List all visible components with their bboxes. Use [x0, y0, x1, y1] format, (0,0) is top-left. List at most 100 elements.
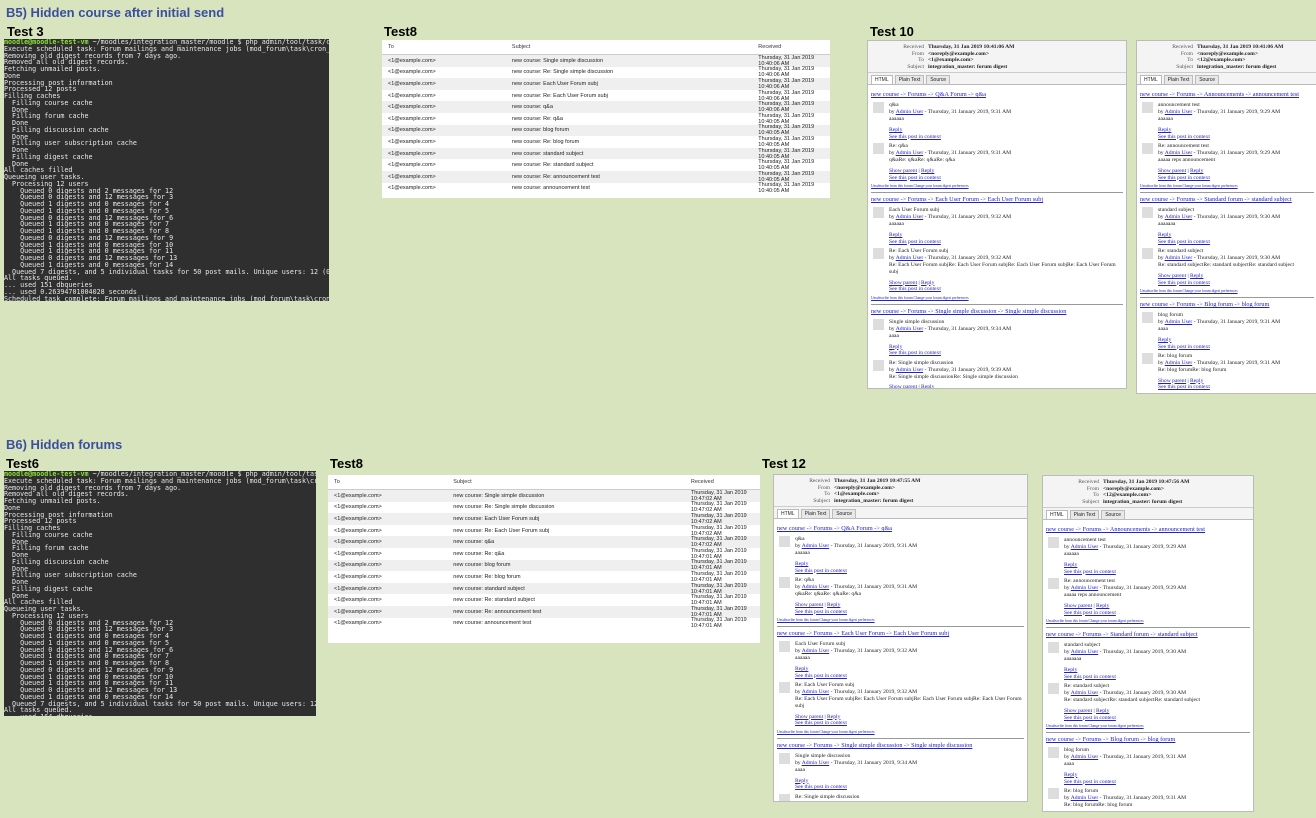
- tab-source[interactable]: Source: [1101, 510, 1126, 520]
- see-in-context-link[interactable]: See this post in context: [795, 720, 1024, 727]
- see-in-context-link[interactable]: See this post in context: [1064, 779, 1186, 786]
- tab-plain-text[interactable]: Plain Text: [1163, 75, 1194, 85]
- column-header[interactable]: To: [328, 479, 453, 485]
- author-link[interactable]: Admin User: [896, 255, 924, 261]
- breadcrumb-forums-link[interactable]: Forums: [1177, 91, 1196, 98]
- mail-row[interactable]: <1@example.com> new course: standard subj…: [328, 583, 760, 595]
- author-link[interactable]: Admin User: [1071, 754, 1099, 760]
- breadcrumb-course-link[interactable]: new course: [1140, 196, 1168, 203]
- breadcrumb-forums-link[interactable]: Forums: [1177, 196, 1196, 203]
- author-link[interactable]: Admin User: [802, 689, 830, 695]
- breadcrumb-discussion-link[interactable]: blog forum: [1242, 301, 1270, 308]
- see-in-context-link[interactable]: See this post in context: [889, 175, 1011, 182]
- breadcrumb-course-link[interactable]: new course: [1046, 631, 1074, 638]
- reply-link[interactable]: Reply: [1096, 708, 1109, 714]
- mail-row[interactable]: <1@example.com> new course: Re: blog foru…: [382, 136, 830, 148]
- mail-row[interactable]: <1@example.com> new course: Re: announcem…: [328, 606, 760, 618]
- reply-link[interactable]: Reply: [1190, 168, 1203, 174]
- breadcrumb-forum-link[interactable]: Single simple discussion: [935, 308, 996, 315]
- breadcrumb-forums-link[interactable]: Forums: [908, 91, 927, 98]
- reply-link[interactable]: Reply: [921, 280, 934, 286]
- author-link[interactable]: Admin User: [1165, 255, 1193, 261]
- breadcrumb-discussion-link[interactable]: q&a: [975, 91, 986, 98]
- breadcrumb-forum-link[interactable]: Single simple discussion: [841, 742, 902, 749]
- see-in-context-link[interactable]: See this post in context: [1064, 569, 1186, 576]
- unsubscribe-links[interactable]: Unsubscribe from this forum Change your …: [1046, 619, 1250, 623]
- see-in-context-link[interactable]: See this post in context: [795, 568, 917, 575]
- reply-link[interactable]: Reply: [827, 602, 840, 608]
- author-link[interactable]: Admin User: [802, 648, 830, 654]
- see-in-context-link[interactable]: See this post in context: [889, 350, 1011, 357]
- unsubscribe-links[interactable]: Unsubscribe from this forum Change your …: [1046, 724, 1250, 728]
- unsubscribe-links[interactable]: Unsubscribe from this forum Change your …: [871, 296, 1123, 300]
- breadcrumb-forum-link[interactable]: Blog forum: [1204, 301, 1233, 308]
- column-header[interactable]: To: [382, 44, 512, 50]
- unsubscribe-links[interactable]: Unsubscribe from this forum Change your …: [1140, 289, 1314, 293]
- reply-link[interactable]: Reply: [921, 168, 934, 174]
- breadcrumb-forums-link[interactable]: Forums: [1177, 301, 1196, 308]
- breadcrumb-forums-link[interactable]: Forums: [908, 308, 927, 315]
- tab-html[interactable]: HTML: [871, 75, 893, 85]
- breadcrumb-course-link[interactable]: new course: [777, 630, 805, 637]
- mail-row[interactable]: <1@example.com> new course: Re: Single si…: [328, 501, 760, 513]
- reply-link[interactable]: Reply: [889, 344, 1011, 351]
- mail-row[interactable]: <1@example.com> new course: Each User For…: [382, 78, 830, 90]
- tab-plain-text[interactable]: Plain Text: [894, 75, 925, 85]
- mail-row[interactable]: <1@example.com> new course: Re: standard …: [382, 159, 830, 171]
- breadcrumb-forum-link[interactable]: Announcements: [1110, 526, 1150, 533]
- author-link[interactable]: Admin User: [1071, 649, 1099, 655]
- see-in-context-link[interactable]: See this post in context: [1158, 384, 1280, 391]
- breadcrumb-course-link[interactable]: new course: [1046, 526, 1074, 533]
- see-in-context-link[interactable]: See this post in context: [795, 673, 917, 680]
- breadcrumb-forum-link[interactable]: Q&A Forum: [935, 91, 966, 98]
- reply-link[interactable]: Reply: [1096, 603, 1109, 609]
- mail-row[interactable]: <1@example.com> new course: blog forum Thu…: [382, 124, 830, 136]
- author-link[interactable]: Admin User: [1071, 690, 1099, 696]
- author-link[interactable]: Admin User: [1071, 585, 1099, 591]
- see-in-context-link[interactable]: See this post in context: [1158, 239, 1280, 246]
- show-parent-link[interactable]: Show parent: [889, 384, 917, 388]
- column-header[interactable]: Received: [758, 44, 830, 50]
- breadcrumb-forum-link[interactable]: Blog forum: [1110, 736, 1139, 743]
- breadcrumb-forums-link[interactable]: Forums: [814, 630, 833, 637]
- unsubscribe-links[interactable]: Unsubscribe from this forum Change your …: [777, 730, 1024, 734]
- breadcrumb-discussion-link[interactable]: announcement test: [1253, 91, 1299, 98]
- reply-link[interactable]: Reply: [1190, 273, 1203, 279]
- see-in-context-link[interactable]: See this post in context: [1064, 715, 1200, 722]
- author-link[interactable]: Admin User: [1165, 360, 1193, 366]
- mail-row[interactable]: <1@example.com> new course: standard subj…: [382, 148, 830, 160]
- reply-link[interactable]: Reply: [1158, 232, 1280, 239]
- mail-row[interactable]: <1@example.com> new course: Re: Single si…: [382, 66, 830, 78]
- show-parent-link[interactable]: Show parent: [1064, 603, 1092, 609]
- author-link[interactable]: Admin User: [1071, 795, 1099, 801]
- see-in-context-link[interactable]: See this post in context: [889, 134, 1011, 141]
- tab-source[interactable]: Source: [1195, 75, 1220, 85]
- column-header[interactable]: Subject: [453, 479, 691, 485]
- see-in-context-link[interactable]: See this post in context: [889, 239, 1011, 246]
- breadcrumb-course-link[interactable]: new course: [777, 742, 805, 749]
- breadcrumb-course-link[interactable]: new course: [1140, 91, 1168, 98]
- see-in-context-link[interactable]: See this post in context: [795, 609, 917, 616]
- author-link[interactable]: Admin User: [1071, 544, 1099, 550]
- mail-row[interactable]: <1@example.com> new course: announcement …: [382, 182, 830, 194]
- show-parent-link[interactable]: Show parent: [1158, 168, 1186, 174]
- breadcrumb-course-link[interactable]: new course: [777, 525, 805, 532]
- show-parent-link[interactable]: Show parent: [1064, 708, 1092, 714]
- author-link[interactable]: Admin User: [1165, 214, 1193, 220]
- reply-link[interactable]: Reply: [827, 714, 840, 720]
- see-in-context-link[interactable]: See this post in context: [1158, 280, 1294, 287]
- author-link[interactable]: Admin User: [802, 760, 830, 766]
- breadcrumb-forum-link[interactable]: Announcements: [1204, 91, 1244, 98]
- tab-html[interactable]: HTML: [1140, 75, 1162, 85]
- show-parent-link[interactable]: Show parent: [889, 280, 917, 286]
- breadcrumb-discussion-link[interactable]: Each User Forum subj: [894, 630, 950, 637]
- breadcrumb-forum-link[interactable]: Q&A Forum: [841, 525, 872, 532]
- breadcrumb-forums-link[interactable]: Forums: [908, 196, 927, 203]
- see-in-context-link[interactable]: See this post in context: [1064, 610, 1186, 617]
- breadcrumb-discussion-link[interactable]: Each User Forum subj: [988, 196, 1044, 203]
- breadcrumb-course-link[interactable]: new course: [1046, 736, 1074, 743]
- author-link[interactable]: Admin User: [802, 584, 830, 590]
- reply-link[interactable]: Reply: [1158, 337, 1280, 344]
- breadcrumb-course-link[interactable]: new course: [871, 91, 899, 98]
- show-parent-link[interactable]: Show parent: [1158, 378, 1186, 384]
